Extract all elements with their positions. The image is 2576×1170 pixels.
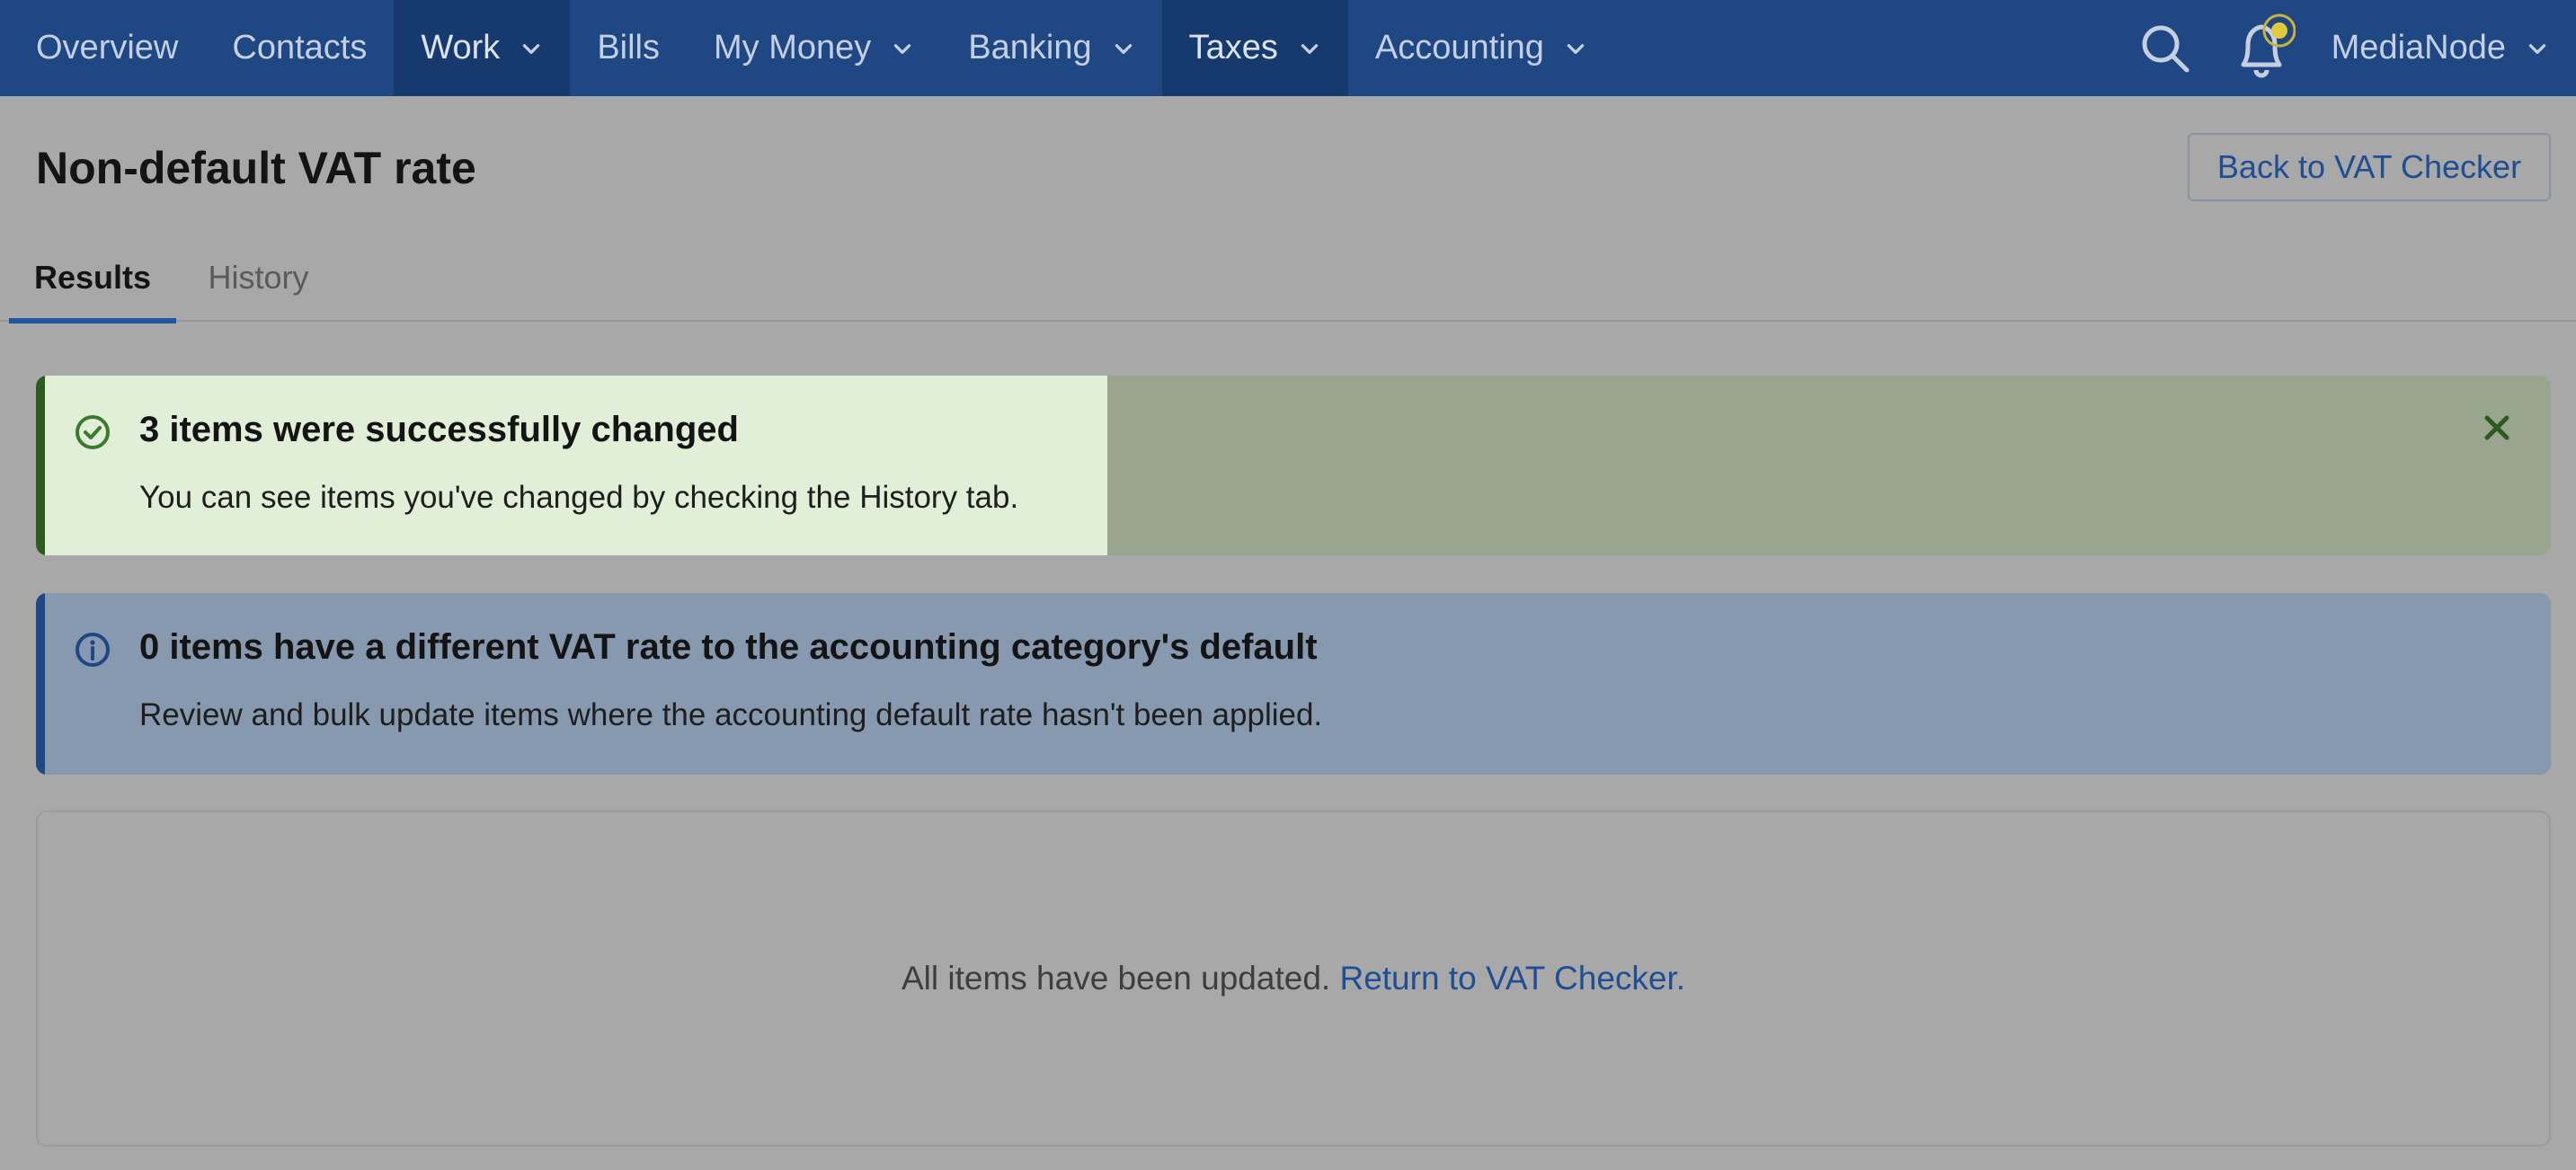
info-icon xyxy=(74,631,111,669)
chevron-down-icon xyxy=(1112,37,1135,60)
success-alert-highlight xyxy=(36,376,1107,555)
tab-results[interactable]: Results xyxy=(9,234,176,324)
top-navigation: Overview Contacts Work Bills My Money Ba… xyxy=(0,0,2576,96)
nav-label: Overview xyxy=(36,29,179,66)
info-alert-title: 0 items have a different VAT rate to the… xyxy=(139,627,1318,667)
nav-label: Banking xyxy=(968,29,1092,66)
tab-bar: Results History xyxy=(0,234,2576,324)
info-alert-text: Review and bulk update items where the a… xyxy=(139,697,1323,732)
nav-label: Contacts xyxy=(232,29,368,66)
nav-label: My Money xyxy=(714,29,872,66)
nav-item-overview[interactable]: Overview xyxy=(0,0,205,96)
chevron-down-icon xyxy=(520,37,543,60)
chevron-down-icon xyxy=(1564,37,1587,60)
tab-history[interactable]: History xyxy=(189,234,328,322)
success-alert: 3 items were successfully changed You ca… xyxy=(36,376,2551,555)
nav-item-bills[interactable]: Bills xyxy=(570,0,687,96)
success-alert-title: 3 items were successfully changed xyxy=(139,410,739,449)
chevron-down-icon xyxy=(1298,37,1321,60)
empty-state-text: All items have been updated. xyxy=(901,960,1331,997)
search-button[interactable] xyxy=(2116,0,2215,96)
nav-item-my-money[interactable]: My Money xyxy=(687,0,941,96)
success-alert-text: You can see items you've changed by chec… xyxy=(139,480,1019,515)
info-alert: 0 items have a different VAT rate to the… xyxy=(36,593,2551,775)
back-to-vat-checker-button[interactable]: Back to VAT Checker xyxy=(2188,133,2551,201)
return-to-vat-checker-link[interactable]: Return to VAT Checker. xyxy=(1339,960,1685,997)
nav-item-accounting[interactable]: Accounting xyxy=(1348,0,1614,96)
search-icon xyxy=(2138,22,2192,75)
nav-item-work[interactable]: Work xyxy=(394,0,571,96)
nav-label: Accounting xyxy=(1374,29,1544,66)
chevron-down-icon xyxy=(891,37,914,60)
nav-item-taxes[interactable]: Taxes xyxy=(1161,0,1348,96)
close-icon[interactable] xyxy=(2479,410,2515,446)
nav-item-contacts[interactable]: Contacts xyxy=(205,0,394,96)
empty-state-panel: All items have been updated. Return to V… xyxy=(36,811,2551,1147)
nav-label: Taxes xyxy=(1188,29,1278,66)
bell-icon xyxy=(2233,13,2296,84)
info-alert-bar xyxy=(36,593,45,775)
empty-state-message: All items have been updated. Return to V… xyxy=(902,960,1685,997)
account-name: MediaNode xyxy=(2331,29,2506,66)
check-circle-icon xyxy=(74,413,111,451)
page-title: Non-default VAT rate xyxy=(36,143,476,193)
chevron-down-icon xyxy=(2526,37,2549,60)
nav-label: Work xyxy=(421,29,501,66)
nav-label: Bills xyxy=(597,29,660,66)
account-menu[interactable]: MediaNode xyxy=(2314,0,2576,96)
notifications-button[interactable] xyxy=(2215,0,2314,96)
success-alert-bar xyxy=(36,376,45,555)
nav-item-banking[interactable]: Banking xyxy=(941,0,1161,96)
